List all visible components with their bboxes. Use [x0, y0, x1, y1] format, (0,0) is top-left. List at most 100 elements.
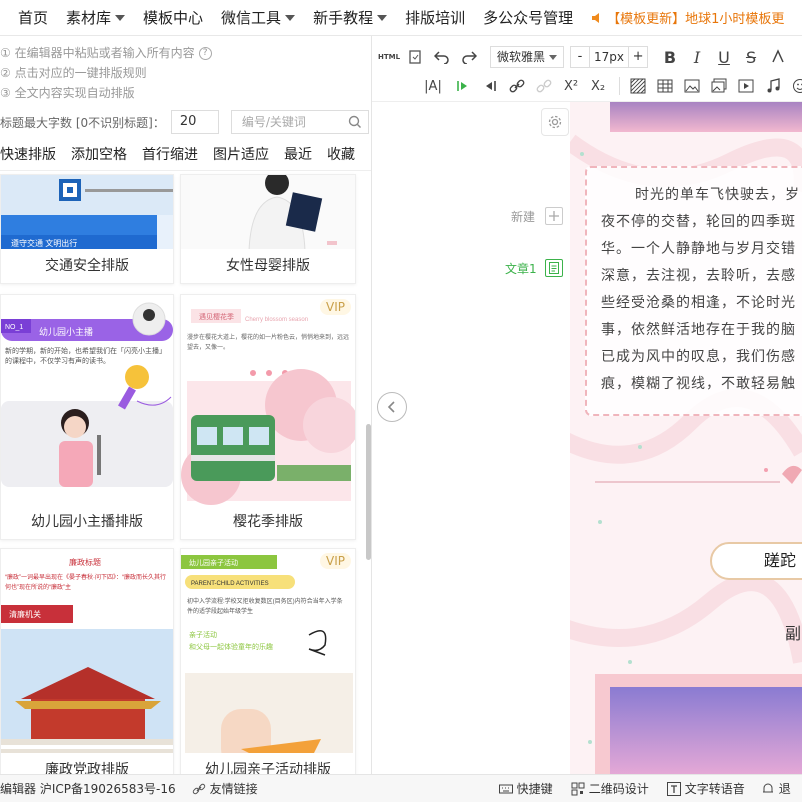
template-thumbnail: 遵守交通 文明出行 — [1, 175, 173, 251]
help-icon[interactable]: ? — [198, 46, 212, 60]
qrcode-icon — [571, 782, 585, 795]
link-icon[interactable] — [505, 74, 529, 98]
background-pattern-icon[interactable] — [626, 74, 650, 98]
font-family-select[interactable]: 微软雅黑 — [490, 46, 565, 68]
subscript-button[interactable]: X₂ — [586, 74, 610, 98]
left-scrollbar[interactable] — [366, 424, 371, 560]
template-thumbnail — [181, 175, 355, 251]
image-icon[interactable] — [680, 74, 704, 98]
article-line: 夜不停的交替，轮回的四季斑 — [601, 214, 796, 230]
qrcode-design-button[interactable]: 二维码设计 — [571, 780, 649, 797]
link-icon — [192, 783, 205, 794]
template-card[interactable]: 女性母婴排版 — [180, 174, 356, 284]
nav-training[interactable]: 排版培训 — [405, 7, 465, 28]
html-source-button[interactable]: HTML — [378, 45, 400, 69]
vip-badge: VIP — [320, 299, 351, 315]
chevron-down-icon — [115, 14, 126, 21]
gear-icon — [548, 115, 562, 129]
italic-button[interactable]: I — [685, 45, 709, 69]
collapse-panel-button[interactable] — [377, 392, 407, 422]
text-color-icon[interactable] — [766, 45, 790, 69]
strikethrough-button[interactable]: S — [739, 45, 763, 69]
template-card[interactable]: 遇见樱花季 Cherry blossom season 漫步在樱花大道上，樱花的… — [180, 294, 356, 540]
template-card[interactable]: 廉政标题 “廉政”一词最早出现在《晏子春秋·问下四》：“廉政而长久其行何也”现在… — [0, 548, 174, 774]
bell-icon — [762, 783, 773, 792]
multi-image-icon[interactable] — [707, 74, 731, 98]
template-card[interactable]: 遵守交通 文明出行 交通安全排版 — [0, 174, 174, 284]
document-icon[interactable] — [403, 45, 427, 69]
nav-home[interactable]: 首页 — [18, 7, 48, 28]
tab-image-fit[interactable]: 图片适应 — [213, 144, 269, 164]
video-icon[interactable] — [734, 74, 758, 98]
tab-recent[interactable]: 最近 — [284, 144, 312, 164]
align-button[interactable]: |A| — [418, 74, 448, 98]
tips-list: ① 在编辑器中粘贴或者输入所有内容? ② 点击对应的一键排版规则 ③ 全文内容实… — [0, 36, 371, 103]
card-desc: 新的学期，新的开始，也希望我们在「闪亮小主播」的课程中，不仅学习有声的读书。 — [5, 348, 166, 365]
chevron-down-icon — [549, 54, 558, 60]
left-panel: ① 在编辑器中粘贴或者输入所有内容? ② 点击对应的一键排版规则 ③ 全文内容实… — [0, 36, 372, 774]
nav-tutorials[interactable]: 新手教程 — [313, 7, 388, 28]
more-button[interactable]: 退 — [761, 780, 791, 797]
section-subtitle: 副 — [785, 624, 802, 643]
article-1-button[interactable] — [545, 259, 563, 277]
unlink-icon[interactable] — [532, 74, 556, 98]
underline-button[interactable]: U — [712, 45, 736, 69]
template-card[interactable]: NO_1 幼儿园小主播 新的学期，新的开始，也希望我们在「闪亮小主播」的课程中，… — [0, 294, 174, 540]
text-indent-icon[interactable] — [451, 74, 475, 98]
superscript-button[interactable]: X² — [559, 74, 583, 98]
template-caption: 幼儿园亲子活动排版 — [181, 753, 355, 774]
font-size-decrease-button[interactable]: - — [570, 46, 591, 68]
template-thumbnail: 廉政标题 “廉政”一词最早出现在《晏子春秋·问下四》：“廉政而长久其行何也”现在… — [1, 549, 173, 774]
emoji-icon[interactable] — [788, 74, 802, 98]
tab-favorites[interactable]: 收藏 — [327, 144, 355, 164]
text-to-speech-button[interactable]: 文字转语音 — [666, 780, 745, 797]
font-size-value[interactable]: 17px — [590, 46, 629, 68]
article-line: 已成为风中的叹息，我们伤感 — [601, 349, 796, 365]
update-notice[interactable]: 【模板更新】地球1小时模板更 — [591, 8, 784, 27]
card-desc: 漫步在樱花大道上，樱花的如一片粉色云，悄悄地来到，远远望去，又像一。 — [187, 335, 350, 351]
search-input[interactable]: 编号/关键词 — [230, 110, 369, 134]
template-card[interactable]: 幼儿园亲子活动 PARENT-CHILD ACTIVITIES 初中入学流程:学… — [180, 548, 356, 774]
table-icon[interactable] — [653, 74, 677, 98]
nav-materials[interactable]: 素材库 — [66, 7, 126, 28]
editor-canvas[interactable]: 时光的单车飞快驶去，岁 夜不停的交替，轮回的四季斑 华。一个人静静地与岁月交错 … — [570, 102, 802, 774]
text-outdent-icon[interactable] — [478, 74, 502, 98]
editor-toolbar: HTML 微软雅黑 - 17px + B I U S |A| X² X₂ — [372, 36, 802, 102]
section-title-badge[interactable]: 蹉跎 — [710, 542, 802, 580]
nav-wechat-tools[interactable]: 微信工具 — [221, 7, 296, 28]
nav-multi-account[interactable]: 多公众号管理 — [483, 7, 573, 28]
article-content-box[interactable]: 时光的单车飞快驶去，岁 夜不停的交替，轮回的四季斑 华。一个人静静地与岁月交错 … — [585, 166, 802, 416]
bold-button[interactable]: B — [658, 45, 682, 69]
max-chars-input[interactable]: 20 — [170, 110, 219, 134]
template-thumbnail: 幼儿园亲子活动 PARENT-CHILD ACTIVITIES 初中入学流程:学… — [181, 549, 355, 774]
nav-templates[interactable]: 模板中心 — [143, 7, 203, 28]
chevron-left-icon — [387, 401, 395, 413]
friend-links[interactable]: 友情链接 — [192, 780, 258, 797]
icp-license[interactable]: 编辑器 沪ICP备19026583号-16 — [0, 780, 176, 797]
card-ribbon: 清廉机关 — [9, 609, 41, 619]
new-article-button[interactable] — [545, 207, 563, 225]
search-icon[interactable] — [348, 115, 362, 129]
article-line: 深意，去注视，去聆听，去感 — [601, 268, 796, 284]
tab-quick-layout[interactable]: 快速排版 — [0, 144, 56, 164]
settings-button[interactable] — [541, 108, 569, 136]
template-grid: 遵守交通 文明出行 交通安全排版 女性母婴排版 NO_1 幼儿园小主播 新的学期… — [0, 174, 366, 774]
music-icon[interactable] — [761, 74, 785, 98]
tip-2: ② 点击对应的一键排版规则 — [0, 66, 147, 80]
template-thumbnail: NO_1 幼儿园小主播 新的学期，新的开始，也希望我们在「闪亮小主播」的课程中，… — [1, 295, 173, 507]
card-heading: 廉政标题 — [69, 557, 101, 567]
article-line: 些经受沧桑的相逢，不论时光 — [601, 295, 796, 311]
shortcut-keys-button[interactable]: 快捷键 — [498, 780, 553, 797]
article-1-label[interactable]: 文章1 — [505, 260, 537, 277]
template-thumbnail: 遇见樱花季 Cherry blossom season 漫步在樱花大道上，樱花的… — [181, 295, 355, 507]
template-caption: 女性母婴排版 — [181, 249, 355, 283]
chevron-down-icon — [285, 14, 296, 21]
vip-badge: VIP — [320, 553, 351, 569]
card-heading: 遇见樱花季 — [199, 312, 234, 321]
undo-icon[interactable] — [430, 45, 454, 69]
card-subheading: Cherry blossom season — [245, 317, 308, 323]
redo-icon[interactable] — [457, 45, 481, 69]
font-size-increase-button[interactable]: + — [628, 46, 649, 68]
tab-first-indent[interactable]: 首行缩进 — [142, 144, 198, 164]
tab-add-space[interactable]: 添加空格 — [71, 144, 127, 164]
